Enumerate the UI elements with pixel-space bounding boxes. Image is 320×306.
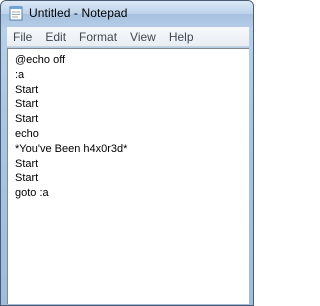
document-line: Start <box>15 98 39 111</box>
menu-edit[interactable]: Edit <box>39 27 73 47</box>
document-line: Start <box>15 172 39 185</box>
notepad-icon[interactable] <box>9 5 23 21</box>
menu-format[interactable]: Format <box>73 27 124 47</box>
document-text[interactable]: @echo off :a Start Start Start echo *You… <box>8 49 249 201</box>
document-line: echo <box>15 127 39 140</box>
menu-view[interactable]: View <box>124 27 163 47</box>
menu-bar: File Edit Format View Help <box>7 27 249 47</box>
text-editor[interactable]: @echo off :a Start Start Start echo *You… <box>7 48 249 304</box>
document-line: Start <box>15 113 39 126</box>
title-bar[interactable]: Untitled - Notepad <box>1 1 253 27</box>
window-title: Untitled - Notepad <box>29 6 128 20</box>
document-line: Start <box>15 83 39 96</box>
document-line: Start <box>15 157 39 170</box>
menu-file[interactable]: File <box>7 27 39 47</box>
document-line: *You've Been h4x0r3d* <box>15 142 128 155</box>
menu-help[interactable]: Help <box>163 27 201 47</box>
notepad-window: Untitled - Notepad File Edit Format View… <box>0 0 254 306</box>
document-line: goto :a <box>15 187 49 200</box>
document-line: :a <box>15 68 25 81</box>
document-line: @echo off <box>15 54 66 66</box>
